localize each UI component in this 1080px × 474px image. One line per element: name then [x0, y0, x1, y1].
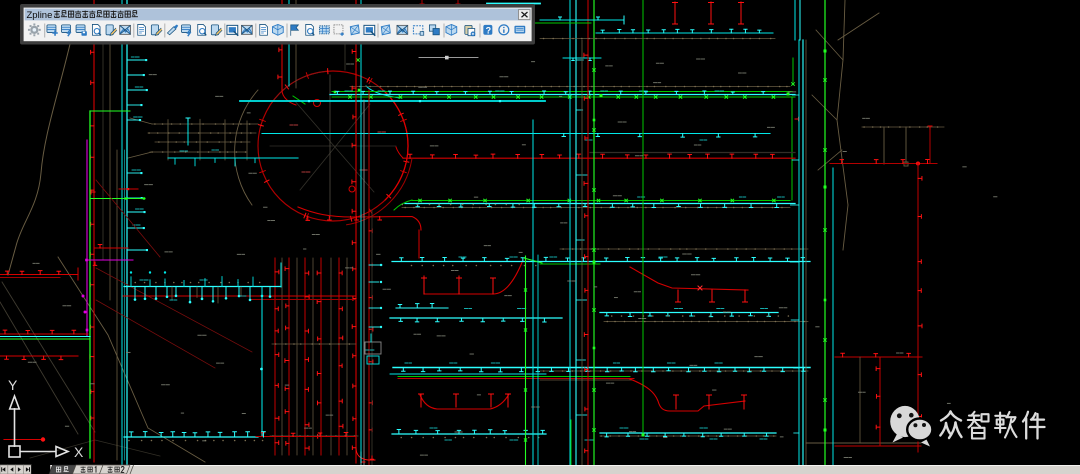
svg-text:Zpline: Zpline: [27, 10, 53, 21]
svg-text:Y: Y: [8, 377, 18, 393]
svg-text:?: ?: [486, 25, 492, 35]
svg-text:X: X: [74, 444, 84, 460]
